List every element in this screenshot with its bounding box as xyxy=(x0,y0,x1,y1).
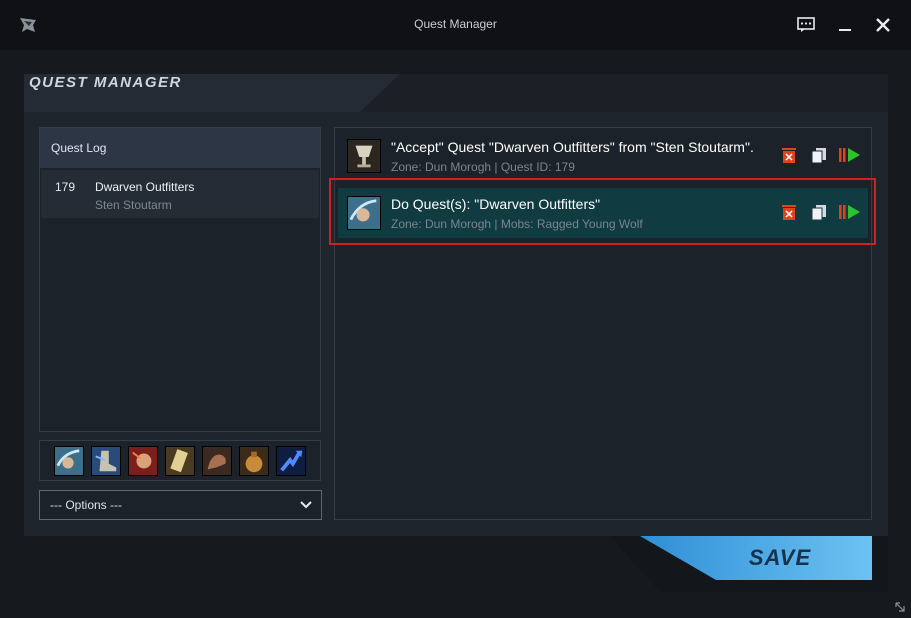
pause-play-icon[interactable] xyxy=(838,146,862,164)
chat-button[interactable] xyxy=(793,12,819,38)
options-dropdown[interactable]: --- Options --- xyxy=(39,490,322,520)
page-heading: QUEST MANAGER xyxy=(29,74,182,91)
quest-id: 179 xyxy=(55,180,76,194)
task-title: "Accept" Quest "Dwarven Outfitters" from… xyxy=(391,139,754,155)
quest-giver: Sten Stoutarm xyxy=(95,198,172,212)
quest-log-panel: Quest Log 179 Dwarven Outfitters Sten St… xyxy=(39,127,321,432)
coin-bag-icon[interactable] xyxy=(239,446,269,476)
save-button[interactable]: SAVE xyxy=(640,536,872,580)
selection-highlight xyxy=(329,178,876,245)
quest-log-header: Quest Log xyxy=(40,128,320,168)
minimize-icon xyxy=(839,29,851,31)
chat-icon xyxy=(797,17,815,32)
skill-icon-bar xyxy=(39,440,321,481)
boot-icon[interactable] xyxy=(91,446,121,476)
quest-name: Dwarven Outfitters xyxy=(95,180,195,194)
save-label: SAVE xyxy=(748,545,812,570)
delete-icon[interactable] xyxy=(780,146,798,164)
quest-log-item[interactable]: 179 Dwarven Outfitters Sten Stoutarm xyxy=(41,170,319,218)
close-icon xyxy=(876,18,890,32)
title-bar: Quest Manager xyxy=(0,0,911,50)
task-subtitle: Zone: Dun Morogh | Quest ID: 179 xyxy=(391,160,575,174)
muscle-arm-icon[interactable] xyxy=(202,446,232,476)
task-row[interactable]: "Accept" Quest "Dwarven Outfitters" from… xyxy=(338,131,868,181)
wind-fist-icon[interactable] xyxy=(54,446,84,476)
minimize-button[interactable] xyxy=(832,12,858,38)
window-title: Quest Manager xyxy=(414,17,497,31)
scroll-icon[interactable] xyxy=(165,446,195,476)
chalice-icon xyxy=(347,139,381,173)
options-selected: --- Options --- xyxy=(50,498,122,512)
blue-arrow-icon[interactable] xyxy=(276,446,306,476)
close-button[interactable] xyxy=(870,12,896,38)
resize-grip-icon[interactable] xyxy=(893,600,907,614)
copy-icon[interactable] xyxy=(810,146,828,164)
fist-icon[interactable] xyxy=(128,446,158,476)
chevron-down-icon xyxy=(300,501,312,509)
